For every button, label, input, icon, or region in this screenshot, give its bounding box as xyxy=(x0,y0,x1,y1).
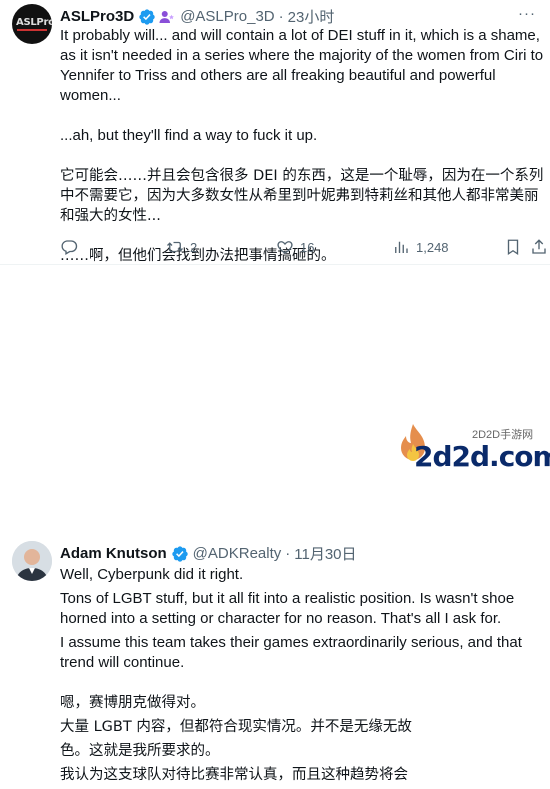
tweet-text-zh-1: 它可能会……并且会包含很多 DEI 的东西，这是一个耻辱，因为在一个系列中不需要… xyxy=(60,168,544,224)
more-options-icon[interactable]: ··· xyxy=(518,5,536,22)
avatar-logo-bar xyxy=(17,29,47,31)
avatar-logo-text: ASLPro xyxy=(16,17,52,28)
tweet-text-line-3: I assume this team takes their games ext… xyxy=(60,634,522,671)
views-count: 1,248 xyxy=(416,239,449,255)
affiliate-badge-icon xyxy=(158,8,176,26)
display-name[interactable]: Adam Knutson xyxy=(60,545,167,562)
share-button[interactable] xyxy=(530,238,548,256)
tweet-text-en-2: ...ah, but they'll find a way to fuck it… xyxy=(60,127,318,144)
tweet-text-line-1: Well, Cyberpunk did it right. xyxy=(60,566,244,583)
retweet-count: 2 xyxy=(190,239,198,255)
handle[interactable]: @ADKRealty xyxy=(193,545,282,562)
timestamp[interactable]: 11月30日 xyxy=(294,543,356,564)
tweet-body: Well, Cyberpunk did it right. Tons of LG… xyxy=(60,565,544,789)
bookmark-button[interactable] xyxy=(504,238,522,256)
tweet-header: Adam Knutson @ADKRealty · 11月30日 xyxy=(60,543,357,564)
avatar[interactable]: ASLPro xyxy=(12,4,52,44)
share-icon xyxy=(532,239,546,254)
tweet-text-line-2: Tons of LGBT stuff, but it all fit into … xyxy=(60,590,515,627)
heart-icon xyxy=(277,241,293,254)
watermark-domain: 2d2d.com xyxy=(414,440,550,473)
separator: · xyxy=(278,8,284,25)
reply-button[interactable] xyxy=(60,238,84,256)
site-watermark: 2D2D手游网 2d2d.com xyxy=(396,418,550,481)
tweet-text-en-1: It probably will... and will contain a l… xyxy=(60,27,544,104)
tweet-translation-4: 我认为这支球队对待比赛非常认真，而且这种趋势将会 xyxy=(60,767,408,783)
verified-badge-icon xyxy=(138,8,156,26)
tweet-actions: 2 16 1,248 xyxy=(60,238,546,258)
views-chart-icon xyxy=(395,241,408,253)
like-button[interactable]: 16 xyxy=(276,238,314,256)
tweet-translation-1: 嗯，赛博朋克做得对。 xyxy=(60,695,205,711)
separator: · xyxy=(285,545,291,562)
display-name[interactable]: ASLPro3D xyxy=(60,8,134,25)
tweet-translation-2: 大量 LGBT 内容，但都符合现实情况。并不是无缘无故 xyxy=(60,719,412,735)
timestamp[interactable]: 23小时 xyxy=(288,6,335,27)
avatar[interactable] xyxy=(12,541,52,581)
reply-icon xyxy=(61,240,78,255)
bookmark-icon xyxy=(507,239,519,256)
tweet-translation-3: 色。这就是我所要求的。 xyxy=(60,743,220,759)
tweet-aslpro3d[interactable]: ASLPro ASLPro3D @ASLPro_3D · 23小时 ··· It… xyxy=(0,0,550,265)
views-button[interactable]: 1,248 xyxy=(392,238,449,256)
verified-badge-icon xyxy=(171,545,189,563)
like-count: 16 xyxy=(300,239,315,255)
tweet-header: ASLPro3D @ASLPro_3D · 23小时 xyxy=(60,6,334,27)
retweet-button[interactable]: 2 xyxy=(166,238,197,256)
avatar-person-icon xyxy=(12,541,52,581)
handle[interactable]: @ASLPro_3D xyxy=(180,8,274,25)
retweet-icon xyxy=(167,241,183,253)
